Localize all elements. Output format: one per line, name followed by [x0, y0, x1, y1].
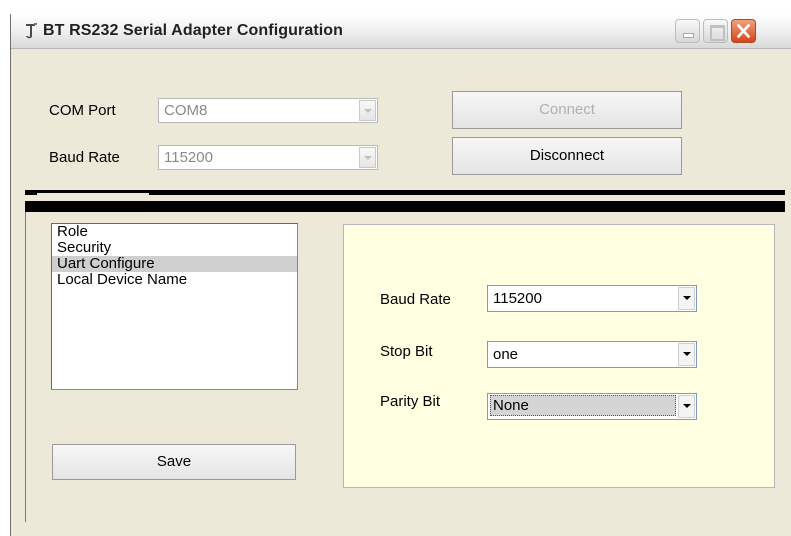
list-item-local-device-name[interactable]: Local Device Name: [52, 272, 297, 288]
tab-header[interactable]: [37, 193, 149, 197]
app-icon: [26, 23, 37, 39]
save-button-label: Save: [156, 453, 192, 470]
list-item-role[interactable]: Role: [52, 224, 297, 240]
minimize-button[interactable]: [675, 19, 700, 43]
chevron-down-icon[interactable]: [678, 395, 695, 418]
maximize-button[interactable]: [703, 19, 728, 43]
stop-bit-select[interactable]: one: [487, 341, 697, 368]
uart-baud-rate-value: 115200: [493, 290, 542, 307]
chevron-down-icon[interactable]: [678, 287, 695, 310]
baud-rate-select[interactable]: 115200: [158, 145, 378, 170]
tab-strip-border: [25, 201, 785, 212]
maximize-icon: [710, 25, 725, 41]
stop-bit-label: Stop Bit: [380, 343, 433, 360]
connect-button[interactable]: Connect: [452, 91, 682, 129]
baud-rate-label: Baud Rate: [49, 149, 120, 166]
baud-rate-value: 115200: [164, 149, 213, 166]
disconnect-button[interactable]: Disconnect: [452, 137, 682, 175]
stop-bit-value: one: [493, 346, 519, 363]
parity-bit-label: Parity Bit: [380, 393, 441, 410]
close-button[interactable]: [731, 19, 756, 43]
uart-baud-rate-select[interactable]: 115200: [487, 285, 697, 312]
com-port-select[interactable]: COM8: [158, 98, 378, 123]
title-bar[interactable]: BT RS232 Serial Adapter Configuration: [11, 14, 791, 49]
com-port-label: COM Port: [49, 102, 116, 119]
chevron-down-icon[interactable]: [359, 100, 376, 121]
parity-bit-value: None: [490, 395, 676, 416]
chevron-down-icon[interactable]: [359, 147, 376, 168]
list-item-security[interactable]: Security: [52, 240, 297, 256]
close-icon: [737, 24, 750, 38]
minimize-icon: [684, 34, 693, 37]
save-button[interactable]: Save: [52, 444, 296, 480]
uart-baud-rate-label: Baud Rate: [380, 291, 451, 308]
com-port-value: COM8: [164, 102, 208, 119]
disconnect-button-label: Disconnect: [529, 147, 605, 164]
chevron-down-icon[interactable]: [678, 343, 695, 366]
settings-menu-list[interactable]: Role Security Uart Configure Local Devic…: [51, 223, 298, 390]
window-title: BT RS232 Serial Adapter Configuration: [43, 22, 344, 39]
connect-button-label: Connect: [539, 101, 595, 118]
parity-bit-select[interactable]: None: [487, 393, 697, 420]
list-item-uart-configure[interactable]: Uart Configure: [52, 256, 297, 272]
